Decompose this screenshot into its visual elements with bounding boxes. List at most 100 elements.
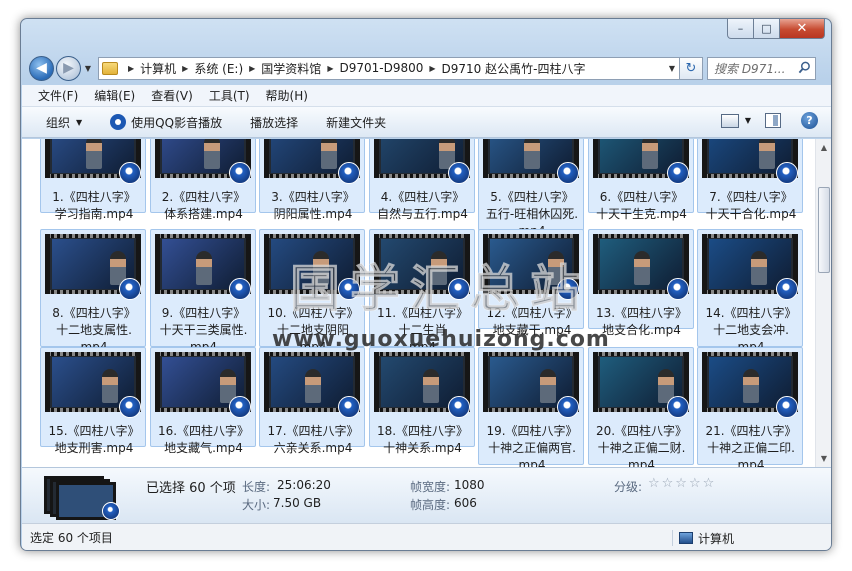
breadcrumb-range[interactable]: D9701-D9800	[339, 61, 423, 75]
file-name-1: 5.《四柱八字》	[490, 190, 574, 204]
file-tile[interactable]: 13.《四柱八字》 地支合化.mp4	[587, 229, 694, 337]
chevron-right-icon[interactable]: ▶	[128, 64, 134, 73]
close-button[interactable]: ✕	[780, 19, 825, 39]
frame-height-value: 606	[454, 496, 477, 510]
qq-player-icon	[110, 114, 127, 130]
file-tile[interactable]: 5.《四柱八字》五行-旺相休囚死.mp4	[478, 139, 584, 238]
status-selection: 选定 60 个项目	[30, 531, 113, 545]
chevron-right-icon[interactable]: ▶	[249, 64, 255, 73]
file-name-2: 五行-旺相休囚死.	[485, 207, 579, 221]
file-name-2: 阴阳属性.mp4	[273, 207, 353, 221]
new-folder-button[interactable]: 新建文件夹	[326, 114, 386, 131]
qq-video-icon	[447, 396, 470, 418]
file-tile[interactable]: 4.《四柱八字》 自然与五行.mp4	[368, 139, 475, 221]
file-name-1: 8.《四柱八字》	[52, 306, 136, 320]
file-name-1: 15.《四柱八字》	[48, 424, 140, 438]
frame-width-label: 帧宽度:	[410, 480, 451, 494]
back-button[interactable]: ◀	[29, 55, 54, 81]
file-name-1: 18.《四柱八字》	[376, 424, 469, 438]
chevron-right-icon[interactable]: ▶	[182, 64, 188, 73]
presenter-figure	[422, 369, 439, 403]
presenter-figure	[305, 369, 321, 403]
qq-video-icon	[666, 396, 689, 418]
qq-video-icon	[338, 396, 360, 418]
file-tile[interactable]: 9.《四柱八字》十天干三类属性.mp4	[149, 229, 256, 354]
file-tile[interactable]: 14.《四柱八字》十二地支会冲.mp4	[697, 229, 803, 354]
status-location: 计算机	[672, 530, 734, 546]
menu-help[interactable]: 帮助(H)	[266, 87, 308, 104]
breadcrumb-computer[interactable]: 计算机	[140, 60, 176, 77]
qq-video-icon	[338, 162, 360, 184]
file-name-2: 地支刑害.mp4	[54, 441, 134, 455]
organize-button[interactable]: 组织 ▼	[46, 114, 82, 131]
play-with-qq-button[interactable]: 使用QQ影音播放	[110, 114, 222, 131]
file-tile[interactable]: 21.《四柱八字》 十神之正偏二印. mp4	[697, 347, 803, 467]
help-icon[interactable]: ?	[801, 112, 818, 129]
file-tile[interactable]: 7.《四柱八字》 十天干合化.mp4	[697, 139, 803, 221]
breadcrumb-library[interactable]: 国学资料馆	[261, 60, 321, 77]
presenter-figure	[751, 251, 767, 285]
refresh-button[interactable]: ↻	[680, 56, 703, 80]
menu-edit[interactable]: 编辑(E)	[94, 87, 135, 104]
file-name-2: 地支藏气.mp4	[164, 441, 243, 455]
maximize-button[interactable]: □	[754, 19, 780, 39]
qq-video-icon	[557, 162, 579, 184]
menu-tools[interactable]: 工具(T)	[209, 87, 250, 104]
forward-button[interactable]: ▶	[56, 55, 81, 81]
file-tile[interactable]: 3.《四柱八字》 阴阳属性.mp4	[259, 139, 365, 221]
file-name-1: 9.《四柱八字》	[161, 306, 246, 320]
file-name-2: 十天干合化.mp4	[705, 207, 797, 221]
presenter-figure	[203, 139, 220, 169]
file-list-view[interactable]: 1.《四柱八字》 学习指南.mp4 2.《四柱八字》 体系搭建.mp4 3.《四柱八字》…	[22, 139, 831, 467]
chevron-right-icon[interactable]: ▶	[327, 64, 333, 73]
file-tile[interactable]: 15.《四柱八字》 地支刑害.mp4	[40, 347, 146, 455]
file-name-2: 十天干生克.mp4	[596, 207, 687, 221]
play-selection-button[interactable]: 播放选择	[250, 114, 298, 131]
file-name-1: 4.《四柱八字》	[380, 190, 465, 204]
chevron-right-icon[interactable]: ▶	[429, 64, 435, 73]
menu-file[interactable]: 文件(F)	[38, 87, 78, 104]
file-tile[interactable]: 8.《四柱八字》十二地支属性.mp4	[40, 229, 146, 354]
search-input[interactable]: 搜索 D971...	[707, 56, 816, 80]
organize-label: 组织	[46, 115, 71, 130]
file-tile[interactable]: 2.《四柱八字》 体系搭建.mp4	[149, 139, 256, 221]
scroll-up-arrow[interactable]: ▲	[816, 139, 831, 156]
presenter-figure	[743, 369, 759, 403]
file-tile[interactable]: 6.《四柱八字》 十天干生克.mp4	[587, 139, 694, 221]
scroll-down-arrow[interactable]: ▼	[816, 450, 831, 467]
file-tile[interactable]: 20.《四柱八字》 十神之正偏二财. mp4	[587, 347, 694, 467]
file-tile[interactable]: 18.《四柱八字》 十神关系.mp4	[368, 347, 475, 455]
breadcrumb-current[interactable]: D9710 赵公禹竹-四柱八字	[442, 60, 586, 77]
presenter-figure	[641, 139, 658, 169]
presenter-figure	[633, 251, 650, 285]
vertical-scrollbar[interactable]: ▲ ▼	[815, 139, 831, 467]
qq-video-icon	[228, 278, 251, 300]
presenter-figure	[759, 139, 775, 169]
chevron-down-icon[interactable]: ▼	[669, 64, 675, 73]
minimize-button[interactable]: –	[727, 19, 754, 39]
file-name-2: 十神关系.mp4	[383, 441, 462, 455]
change-view-icon[interactable]	[720, 113, 739, 128]
file-tile[interactable]: 17.《四柱八字》 六亲关系.mp4	[259, 347, 365, 455]
search-icon[interactable]	[798, 61, 811, 74]
file-tile[interactable]: 1.《四柱八字》 学习指南.mp4	[40, 139, 146, 221]
preview-pane-icon[interactable]	[765, 113, 781, 128]
qq-video-icon	[776, 396, 798, 418]
file-name-1: 17.《四柱八字》	[267, 424, 359, 438]
recent-pages-dropdown[interactable]: ▼	[82, 64, 94, 73]
qq-video-icon	[102, 502, 120, 520]
qq-video-icon	[228, 162, 251, 184]
file-name-1: 6.《四柱八字》	[599, 190, 684, 204]
file-tile[interactable]: 19.《四柱八字》 十神之正偏两官. mp4	[478, 347, 584, 467]
size-value: 7.50 GB	[273, 496, 322, 510]
address-bar[interactable]: ▶ 计算机 ▶ 系统 (E:) ▶ 国学资料馆 ▶ D9701-D9800 ▶ …	[98, 56, 680, 80]
file-tile[interactable]: 16.《四柱八字》 地支藏气.mp4	[149, 347, 256, 455]
file-name-3: mp4	[628, 458, 655, 467]
presenter-figure	[86, 139, 102, 169]
file-name-2: 学习指南.mp4	[54, 207, 134, 221]
rating-stars[interactable]: ☆☆☆☆☆	[648, 476, 716, 491]
chevron-down-icon[interactable]: ▼	[745, 116, 751, 125]
scrollbar-thumb[interactable]	[818, 187, 830, 273]
breadcrumb-drive[interactable]: 系统 (E:)	[194, 60, 243, 77]
menu-view[interactable]: 查看(V)	[151, 87, 193, 104]
